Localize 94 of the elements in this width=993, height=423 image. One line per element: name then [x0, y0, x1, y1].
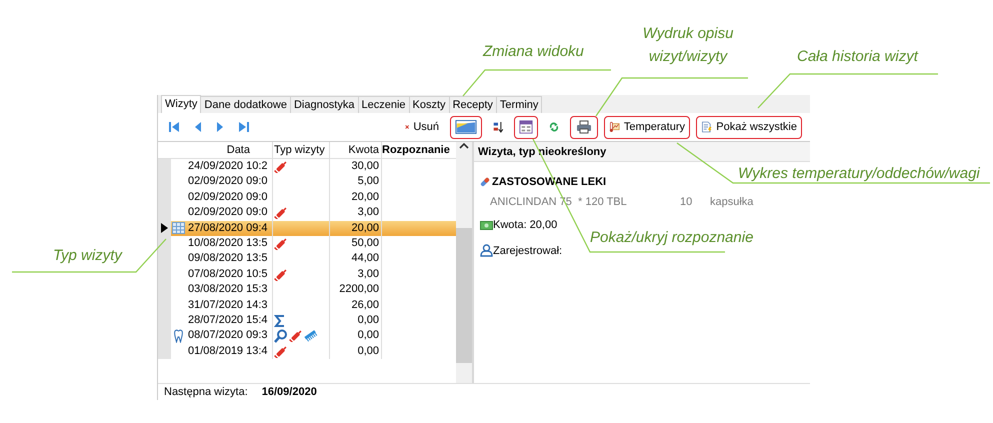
last-record-icon — [237, 120, 251, 134]
table-row[interactable]: 02/09/2020 09:0 20,00 — [158, 190, 456, 206]
table-row[interactable]: 03/08/2020 15:3 2200,00 — [158, 282, 456, 298]
tab[interactable]: Koszty — [408, 96, 450, 113]
refresh-icon — [549, 120, 559, 134]
banknote-icon — [480, 220, 493, 230]
table-cell: 07/08/2020 10:5 — [186, 266, 273, 282]
panel-toggle-button[interactable] — [514, 116, 538, 138]
syringe-icon — [289, 329, 303, 342]
table-cell: 20,00 — [330, 190, 382, 206]
pill-icon — [480, 177, 490, 188]
table-row[interactable]: 09/08/2020 13:5 44,00 — [158, 251, 456, 267]
registered-by-label: Zarejestrował: — [493, 244, 562, 258]
scrollbar[interactable] — [456, 142, 472, 383]
show-all-button[interactable]: Pokaż wszystkie — [696, 116, 802, 138]
column-header[interactable]: Data — [186, 142, 273, 158]
next-visit-label: Następna wizyta: — [164, 384, 248, 400]
delete-button[interactable]: Usuń — [400, 116, 444, 138]
medication-unit: kapsułka — [710, 194, 754, 210]
table-row[interactable]: 31/07/2020 14:3 26,00 — [158, 298, 456, 313]
table-row[interactable]: 24/09/2020 10:2 30,00 — [158, 159, 456, 174]
amount-text: Kwota: 20,00 — [493, 218, 558, 233]
next-record-icon — [215, 120, 225, 134]
tab[interactable]: Terminy — [496, 96, 542, 113]
table-cell: 0,00 — [330, 312, 382, 328]
table-cell: 30,00 — [330, 159, 382, 174]
printer-icon — [576, 120, 592, 134]
view-switch-icon — [455, 119, 477, 135]
column-header[interactable]: Rozpoznanie — [382, 142, 456, 158]
table-cell: 10/08/2020 13:5 — [186, 236, 273, 252]
scroll-thumb[interactable] — [456, 228, 472, 363]
first-record-icon — [167, 120, 181, 134]
tab[interactable]: Diagnostyka — [290, 96, 358, 113]
tab[interactable]: Recepty — [448, 96, 497, 113]
sigma-icon — [274, 314, 286, 328]
sort-icon — [493, 119, 503, 135]
table-cell: 44,00 — [330, 251, 382, 267]
table-row[interactable]: 02/09/2020 09:0 5,00 — [158, 174, 456, 190]
table-cell: 28/07/2020 15:4 — [186, 312, 273, 328]
table-cell: 0,00 — [330, 328, 382, 344]
table-cell: 20,00 — [330, 220, 382, 236]
comb-icon — [304, 330, 318, 342]
print-button[interactable] — [570, 116, 598, 138]
table-row[interactable]: 27/08/2020 09:4 20,00 — [158, 220, 456, 236]
callout-label: Typ wizyty — [53, 246, 122, 266]
medication-quantity: 10 — [680, 194, 694, 210]
tooth-icon — [173, 328, 184, 343]
thermometer-chart-icon — [609, 119, 620, 135]
table-cell: 02/09/2020 09:0 — [186, 174, 273, 190]
table-cell: 02/09/2020 09:0 — [186, 190, 273, 206]
callout-label: Wydruk opisu wizyt/wizyty — [642, 24, 734, 67]
temperature-button[interactable]: Temperatury — [604, 116, 690, 138]
table-cell: 26,00 — [330, 298, 382, 313]
table-cell: 31/07/2020 14:3 — [186, 298, 273, 313]
callout-label: Cała historia wizyt — [797, 47, 918, 67]
table-cell: 08/07/2020 09:3 — [186, 328, 273, 344]
table-cell: 5,00 — [330, 174, 382, 190]
table-cell: 01/08/2019 13:4 — [186, 344, 273, 360]
table-row[interactable]: 07/08/2020 10:5 3,00 — [158, 266, 456, 282]
table-cell: 24/09/2020 10:2 — [186, 159, 273, 174]
table-cell: 27/08/2020 09:4 — [186, 220, 273, 236]
column-header[interactable]: Typ wizyty — [273, 142, 330, 158]
next-visit-date: 16/09/2020 — [262, 384, 317, 400]
table-row[interactable]: 10/08/2020 13:5 50,00 — [158, 236, 456, 252]
table-row[interactable]: 28/07/2020 15:4 0,00 — [158, 312, 456, 328]
table-cell: 3,00 — [330, 266, 382, 282]
scroll-up-icon[interactable] — [459, 142, 469, 150]
syringe-icon — [274, 206, 288, 220]
table-cell: 09/08/2020 13:5 — [186, 251, 273, 267]
tab[interactable]: Wizyty — [161, 95, 202, 113]
document-icon — [701, 119, 712, 135]
table-cell: 0,00 — [330, 344, 382, 360]
magnifier-icon — [274, 328, 288, 343]
callout-label: Zmiana widoku — [483, 42, 584, 62]
syringe-icon — [274, 268, 288, 281]
table-cell: 50,00 — [330, 236, 382, 252]
syringe-icon — [274, 344, 288, 358]
table-cell: 03/08/2020 15:3 — [186, 282, 273, 298]
panel-layout-icon — [519, 119, 533, 135]
column-header[interactable]: Kwota — [330, 142, 382, 158]
table-icon — [172, 222, 185, 234]
previous-record-icon — [193, 120, 203, 134]
panel-header: Wizyta, typ nieokreślony — [474, 142, 810, 162]
table-cell: 2200,00 — [330, 282, 382, 298]
syringe-icon — [274, 237, 288, 250]
row-header-cell — [158, 344, 171, 360]
callout-label: Wykres temperatury/oddechów/wagi — [738, 164, 980, 184]
syringe-icon — [274, 160, 288, 174]
row-pointer-icon — [161, 223, 168, 234]
view-switch-button[interactable] — [450, 116, 482, 138]
table-row[interactable]: 08/07/2020 09:3 0,00 — [158, 328, 456, 344]
user-icon — [480, 244, 493, 258]
callout-label: Pokaż/ukryj rozpoznanie — [590, 228, 754, 248]
table-row[interactable]: 01/08/2019 13:4 0,00 — [158, 344, 456, 360]
